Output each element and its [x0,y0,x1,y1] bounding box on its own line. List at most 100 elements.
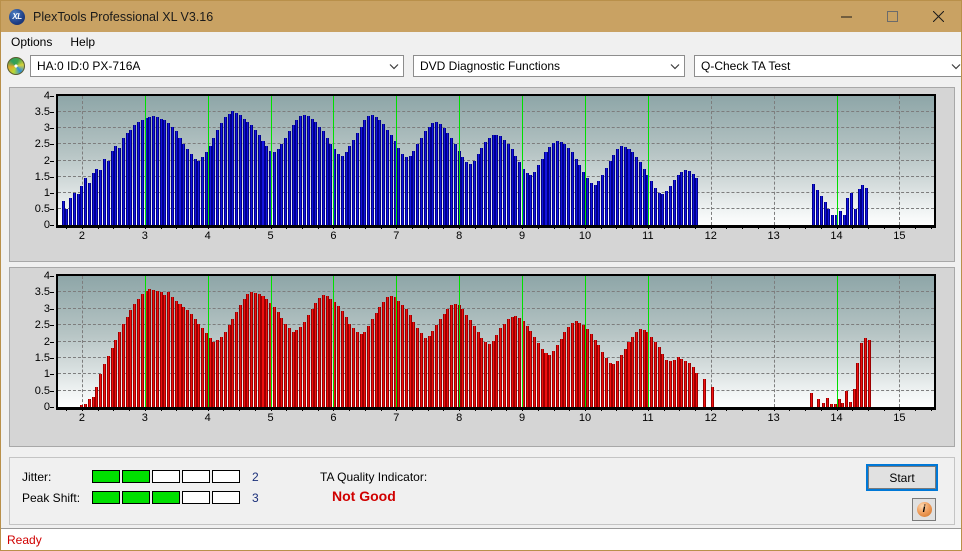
window-controls [823,1,961,32]
chart-bar [665,359,669,407]
y-axis-tick [50,96,54,97]
chart-bar [680,358,684,407]
function-selector[interactable]: DVD Diagnostic Functions [413,55,685,77]
chart-bar [276,312,280,407]
x-axis-tick [66,407,68,411]
x-axis-tick [679,225,681,229]
close-icon[interactable] [915,1,961,32]
chart-bar [167,292,171,407]
minimize-icon[interactable] [823,1,869,32]
chart-bar [427,335,431,407]
chart-bar [125,316,129,407]
y-axis-tick [50,112,54,114]
chart-bar [842,215,846,225]
start-button[interactable]: Start [866,464,938,491]
x-axis-tick [412,407,414,411]
x-axis-tick [207,225,209,229]
chart-bar [306,315,310,407]
x-axis-tick [286,225,288,229]
x-axis-tick [270,407,272,411]
chart-bar [280,144,284,225]
chart-bar [661,353,665,407]
chart-bar [352,328,356,407]
chart-bar [382,301,386,407]
chart-bar [287,328,291,407]
chart-bar [856,362,860,407]
chart-bar [548,354,552,407]
x-axis-tick-label: 5 [267,412,274,424]
chart-bar [291,331,295,407]
test-selector[interactable]: Q-Check TA Test [694,55,961,77]
x-axis-tick [757,225,759,229]
chart-bar [344,316,348,407]
chart-bar [231,111,235,225]
chart-bar [642,330,646,407]
toolbar: HA:0 ID:0 PX-716A DVD Diagnostic Functio… [1,53,961,79]
drive-selector-value: HA:0 ID:0 PX-716A [37,59,141,73]
chart-bar [823,202,827,225]
marker-line [584,96,586,225]
chart-bar [831,214,835,225]
disc-icon [7,57,25,75]
chart-bar [442,128,446,225]
chart-bar [589,334,593,407]
x-axis-tick-label: 8 [456,412,463,424]
chart-bar [510,316,514,407]
x-axis-tick [789,225,791,229]
y-axis-tick-label: 2.5 [34,319,50,332]
x-axis-tick [569,407,571,411]
chart-bar [114,146,118,225]
marker-line [459,96,461,225]
chart-bar [163,295,167,407]
maximize-icon[interactable] [869,1,915,32]
x-axis-tick-label: 4 [204,230,211,242]
x-axis-tick [301,225,303,229]
chart-bar [809,393,813,407]
chart-bar [178,137,182,225]
x-axis-tick [710,225,712,229]
chart-bar [284,323,288,407]
chart-bar [408,155,412,225]
meter-segment [182,470,210,483]
chart-bar [216,129,220,225]
info-button[interactable]: i [912,498,936,521]
chart-bar [167,123,171,225]
x-axis-tick [333,225,335,229]
chart-bar [552,142,556,225]
chart-bar [472,160,476,225]
chart-bar [80,186,84,225]
y-axis-tick-label: 3.5 [34,106,50,119]
x-axis-tick [144,225,146,229]
chart-bar [340,311,344,407]
chart-bar [480,147,484,225]
chart-bar [668,361,672,407]
chart-bar [638,329,642,407]
x-axis-tick [396,225,398,229]
chart-bar [242,118,246,225]
x-axis-tick [239,407,241,411]
x-axis-tick [474,407,476,411]
chart-bar [193,318,197,407]
x-axis-tick [223,407,225,411]
chart-bar [370,115,374,225]
x-axis-tick [930,225,932,229]
chart-bar [631,152,635,225]
menu-item-help[interactable]: Help [62,33,103,51]
chart-bar [103,158,107,225]
marker-line [836,96,838,225]
marker-line [144,276,146,407]
menu-item-options[interactable]: Options [3,33,60,51]
x-axis-tick [191,407,193,411]
x-axis-tick-label: 3 [141,412,148,424]
chart-bar [163,120,167,225]
chart-bar [631,336,635,407]
chart-bar [627,149,631,225]
chart-bar [295,330,299,407]
chart-bar [487,137,491,225]
chart-bar [159,292,163,407]
chart-bar [219,123,223,225]
drive-selector[interactable]: HA:0 ID:0 PX-716A [30,55,404,77]
marker-line [396,276,398,407]
chart-bar [114,339,118,407]
chart-bar [367,116,371,225]
